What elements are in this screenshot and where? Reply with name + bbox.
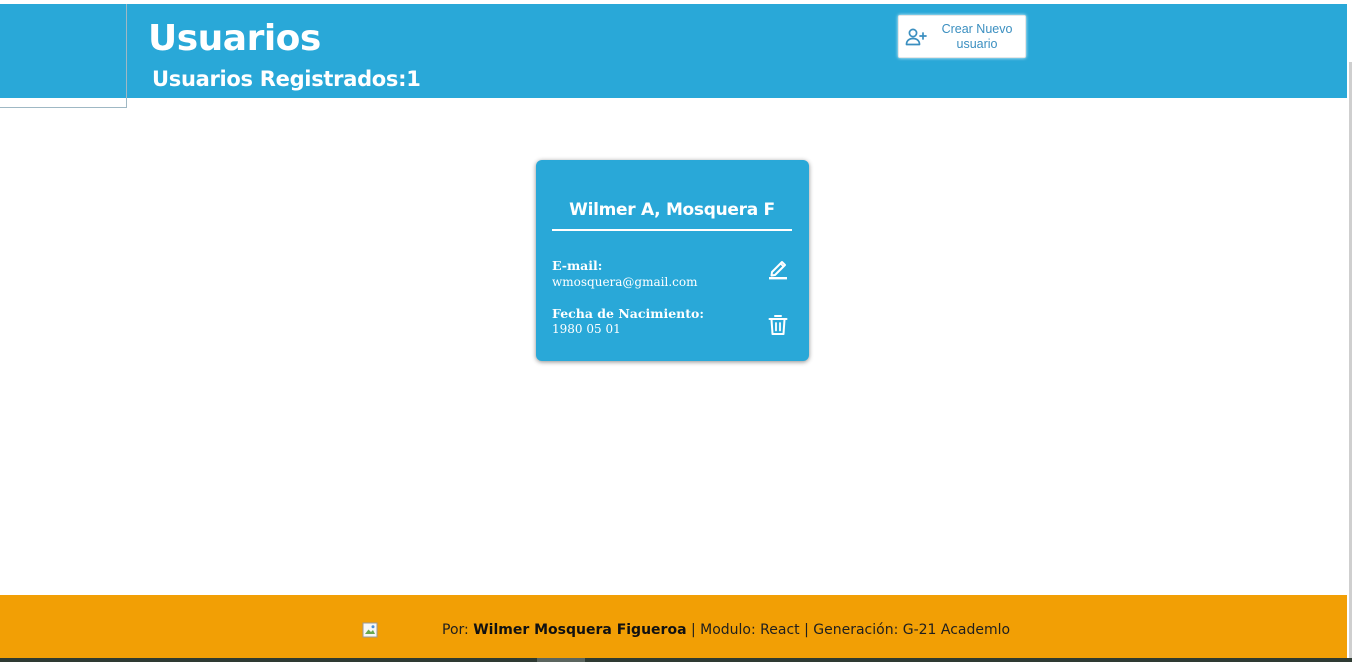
email-label: E-mail:	[552, 258, 603, 273]
footer-details: | Modulo: React | Generación: G-21 Acade…	[690, 622, 1011, 638]
footer-prefix: Por:	[442, 622, 469, 638]
create-user-button-label: Crear Nuevo usuario	[941, 21, 1013, 51]
page-footer: Por: Wilmer Mosquera Figueroa | Modulo: …	[0, 595, 1347, 658]
registered-users-label: Usuarios Registrados:	[152, 67, 407, 91]
card-divider	[552, 229, 792, 231]
taskbar-item	[537, 658, 585, 662]
taskbar-edge	[0, 658, 1352, 662]
add-user-icon	[905, 28, 927, 45]
registered-users-number: 1	[406, 67, 421, 91]
user-name: Wilmer A, Mosquera F	[569, 200, 775, 220]
page-title: Usuarios	[148, 18, 321, 59]
create-user-button[interactable]: Crear Nuevo usuario	[898, 15, 1026, 58]
registered-users-count: Usuarios Registrados:1	[152, 67, 421, 91]
trash-icon[interactable]	[768, 314, 788, 336]
broken-image-icon	[362, 622, 378, 638]
birth-date-value: 1980 05 01	[552, 322, 621, 336]
user-card: Wilmer A, Mosquera F E-mail: wmosquera@g…	[536, 160, 809, 361]
footer-author: Wilmer Mosquera Figueroa	[473, 622, 687, 638]
birth-date-label: Fecha de Nacimiento:	[552, 306, 704, 321]
pencil-icon[interactable]	[767, 256, 789, 280]
footer-credits: Por: Wilmer Mosquera Figueroa | Modulo: …	[442, 622, 1010, 638]
email-value: wmosquera@gmail.com	[552, 275, 698, 289]
